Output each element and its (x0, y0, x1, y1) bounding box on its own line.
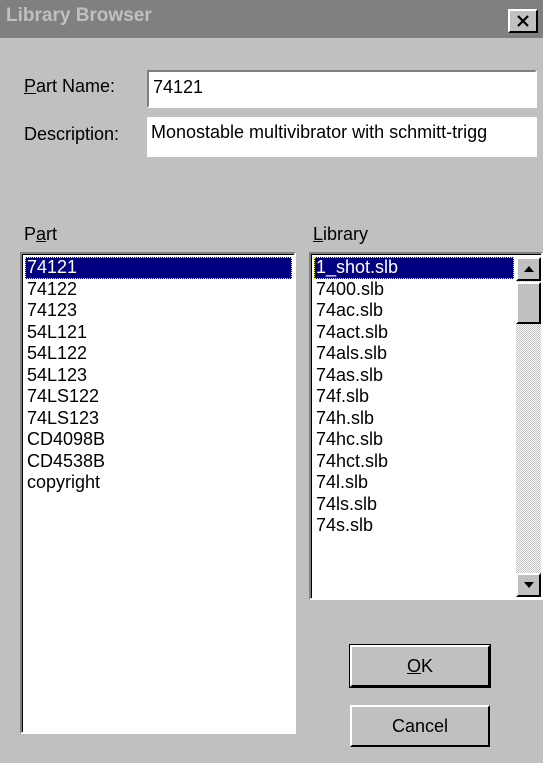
ok-button[interactable]: OK (349, 644, 491, 688)
part-name-label: Part Name: (24, 76, 116, 96)
arrow-up-icon (524, 266, 534, 272)
list-item[interactable]: 74121 (25, 257, 292, 279)
list-item[interactable]: 74l.slb (314, 472, 514, 494)
list-item[interactable]: copyright (25, 472, 292, 494)
list-item[interactable]: 74122 (25, 279, 292, 301)
library-list: 1_shot.slb 7400.slb 74ac.slb 74act.slb 74als… (314, 257, 514, 537)
part-listbox[interactable]: 74121 74122 74123 54L121 54L122 54L123 74LS122… (20, 252, 296, 734)
list-item[interactable]: 74f.slb (314, 386, 514, 408)
list-item[interactable]: 74hc.slb (314, 429, 514, 451)
part-list-label: Part (24, 224, 58, 244)
scroll-up-button[interactable] (516, 257, 541, 281)
list-item[interactable]: 74as.slb (314, 365, 514, 387)
list-item[interactable]: 54L123 (25, 365, 292, 387)
list-item[interactable]: 1_shot.slb (314, 257, 514, 279)
close-icon (517, 15, 529, 27)
list-item[interactable]: CD4538B (25, 451, 292, 473)
list-item[interactable]: 54L122 (25, 343, 292, 365)
window-title: Library Browser (6, 5, 152, 26)
title-bar: Library Browser (0, 0, 543, 38)
list-item[interactable]: 74s.slb (314, 515, 514, 537)
list-item[interactable]: 74LS123 (25, 408, 292, 430)
part-list: 74121 74122 74123 54L121 54L122 54L123 74LS122… (25, 257, 292, 494)
part-name-input[interactable]: 74121 (147, 70, 537, 108)
description-label: Description: (24, 124, 120, 144)
scroll-thumb[interactable] (516, 282, 541, 324)
list-item[interactable]: 74als.slb (314, 343, 514, 365)
scroll-down-button[interactable] (516, 573, 541, 597)
close-button[interactable] (508, 9, 538, 33)
arrow-down-icon (524, 582, 534, 588)
list-item[interactable]: 74ac.slb (314, 300, 514, 322)
list-item[interactable]: 74hct.slb (314, 451, 514, 473)
library-scrollbar[interactable] (516, 257, 541, 597)
list-item[interactable]: 74123 (25, 300, 292, 322)
list-item[interactable]: 54L121 (25, 322, 292, 344)
cancel-button[interactable]: Cancel (350, 705, 490, 747)
list-item[interactable]: 74ls.slb (314, 494, 514, 516)
library-listbox[interactable]: 1_shot.slb 7400.slb 74ac.slb 74act.slb 74als… (309, 252, 543, 600)
list-item[interactable]: 74act.slb (314, 322, 514, 344)
library-list-label: Library (313, 224, 369, 244)
list-item[interactable]: CD4098B (25, 429, 292, 451)
list-item[interactable]: 74h.slb (314, 408, 514, 430)
list-item[interactable]: 7400.slb (314, 279, 514, 301)
list-item[interactable]: 74LS122 (25, 386, 292, 408)
description-field: Monostable multivibrator with schmitt-tr… (147, 117, 537, 157)
